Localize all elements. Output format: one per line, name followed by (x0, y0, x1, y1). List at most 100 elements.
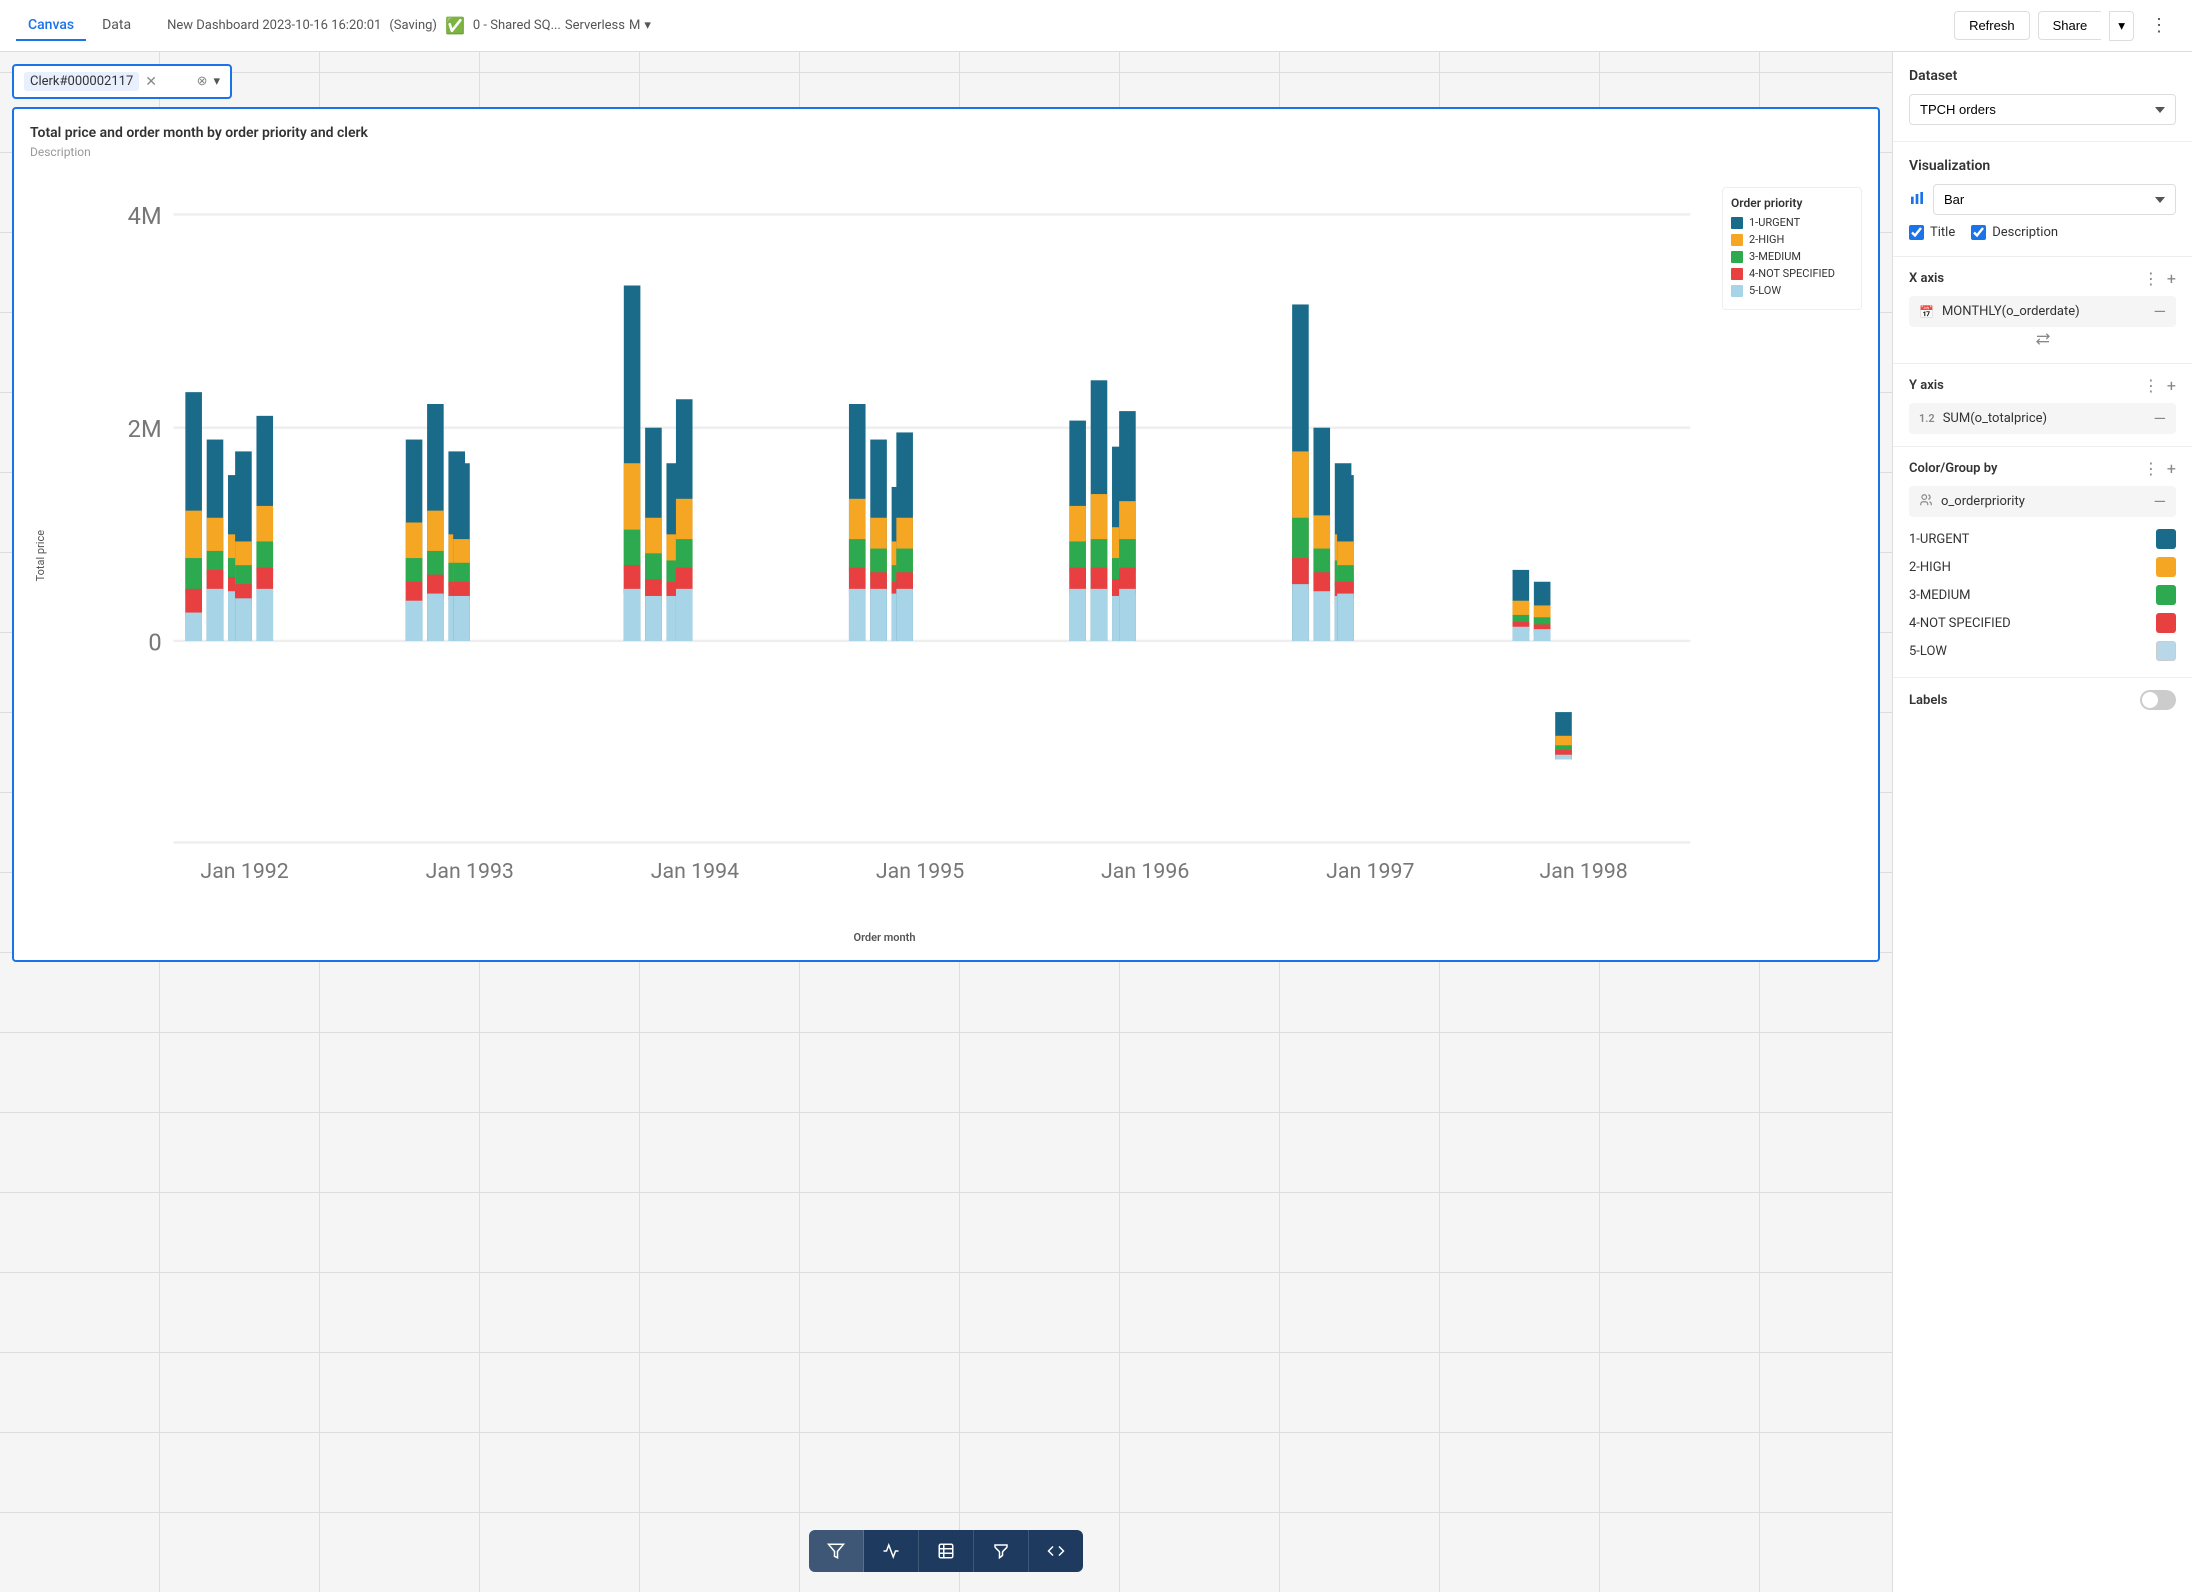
y-axis-header: Y axis ⋮ + (1909, 376, 2176, 395)
color-group-label: Color/Group by (1909, 461, 1997, 476)
x-axis-add-button[interactable]: + (2167, 269, 2176, 288)
chart-legend: Order priority 1-URGENT 2-HIGH 3-MEDIUM (1722, 187, 1862, 310)
x-axis-field-item: 📅 MONTHLY(o_orderdate) — (1909, 296, 2176, 327)
x-axis-dots-button[interactable]: ⋮ (2143, 269, 2159, 288)
filter-input[interactable]: Clerk#000002117 ✕ ⊗ ▾ (12, 64, 232, 99)
bar-chart-icon (1909, 190, 1925, 210)
svg-text:0: 0 (148, 628, 161, 656)
x-axis-label: Order month (55, 931, 1714, 944)
svg-text:Jan 1997: Jan 1997 (1326, 859, 1414, 884)
connection-name: 0 - Shared SQ... (473, 18, 561, 33)
y-axis-remove-button[interactable]: — (2154, 409, 2167, 428)
visualization-section: Visualization Bar Title Description (1893, 142, 2192, 257)
chart-title: Total price and order month by order pri… (30, 125, 1862, 141)
filter-bar: Clerk#000002117 ✕ ⊗ ▾ (12, 64, 1880, 99)
x-axis-header: X axis ⋮ + (1909, 269, 2176, 288)
toolbar-code-button[interactable] (1029, 1530, 1083, 1572)
chart-svg: 4M 2M 0 Jan 1992 Jan 1993 Jan 1994 Jan 1… (55, 167, 1714, 925)
color-swatch-low[interactable] (2156, 641, 2176, 661)
legend-item-low: 5-LOW (1731, 284, 1853, 297)
color-group-actions: ⋮ + (2143, 459, 2176, 478)
legend-title: Order priority (1731, 196, 1853, 210)
connection-size: M (629, 18, 640, 33)
legend-color-medium (1731, 251, 1743, 263)
y-axis-section-label: Y axis (1909, 378, 1944, 393)
color-group-field-label: o_orderpriority (1941, 494, 2025, 509)
legend-color-not-specified (1731, 268, 1743, 280)
swap-axes-button[interactable] (1909, 327, 2176, 351)
x-axis-field-label: MONTHLY(o_orderdate) (1942, 304, 2080, 319)
legend-color-high (1731, 234, 1743, 246)
right-panel: Dataset TPCH orders Visualization Bar Ti… (1892, 52, 2192, 1592)
visualization-type-select[interactable]: Bar (1933, 184, 2176, 215)
y-axis-label: Total price (30, 167, 47, 944)
x-axis-section: X axis ⋮ + 📅 MONTHLY(o_orderdate) — (1893, 257, 2192, 364)
filter-clear-icon[interactable]: ✕ (145, 74, 157, 90)
header-actions: Refresh Share ▾ ⋮ (1954, 9, 2176, 42)
svg-text:2M: 2M (128, 415, 162, 443)
legend-color-low (1731, 285, 1743, 297)
chevron-down-icon[interactable]: ▾ (644, 18, 651, 33)
calendar-icon: 📅 (1919, 305, 1934, 319)
y-axis-add-button[interactable]: + (2167, 376, 2176, 395)
color-swatch-high[interactable] (2156, 557, 2176, 577)
canvas-area: Clerk#000002117 ✕ ⊗ ▾ Total price and or… (0, 52, 1892, 1592)
description-checkbox[interactable] (1971, 225, 1986, 240)
legend-label-urgent: 1-URGENT (1749, 216, 1800, 229)
legend-item-high: 2-HIGH (1731, 233, 1853, 246)
tab-data[interactable]: Data (90, 11, 143, 41)
more-options-button[interactable]: ⋮ (2142, 9, 2176, 42)
color-group-section: Color/Group by ⋮ + o_orderpriority — 1-U… (1893, 447, 2192, 678)
y-axis-dots-button[interactable]: ⋮ (2143, 376, 2159, 395)
connection-mode: Serverless (565, 18, 625, 33)
toolbar-filter-button[interactable] (809, 1530, 864, 1572)
priority-label-low: 5-LOW (1909, 644, 1947, 659)
dataset-label: Dataset (1909, 68, 2176, 84)
toolbar-table-button[interactable] (919, 1530, 974, 1572)
legend-item-urgent: 1-URGENT (1731, 216, 1853, 229)
vis-type-row: Bar (1909, 184, 2176, 215)
color-group-dots-button[interactable]: ⋮ (2143, 459, 2159, 478)
legend-item-medium: 3-MEDIUM (1731, 250, 1853, 263)
filter-dropdown-icon[interactable]: ▾ (213, 74, 220, 89)
share-dropdown-button[interactable]: ▾ (2109, 11, 2134, 41)
saving-text: (Saving) (389, 18, 437, 33)
priority-label-urgent: 1-URGENT (1909, 532, 1969, 547)
tab-canvas[interactable]: Canvas (16, 11, 86, 41)
main-layout: Clerk#000002117 ✕ ⊗ ▾ Total price and or… (0, 52, 2192, 1592)
priority-row-low: 5-LOW (1909, 637, 2176, 665)
description-checkbox-label: Description (1992, 225, 2058, 240)
chart-description: Description (30, 145, 1862, 159)
labels-header: Labels (1909, 690, 2176, 710)
title-checkbox-row: Title (1909, 225, 1955, 240)
svg-text:Jan 1996: Jan 1996 (1101, 859, 1189, 884)
labels-toggle[interactable] (2140, 690, 2176, 710)
dashboard-title: New Dashboard 2023-10-16 16:20:01 (167, 18, 381, 33)
legend-label-low: 5-LOW (1749, 284, 1781, 297)
color-group-field-item: o_orderpriority — (1909, 486, 2176, 517)
priority-label-high: 2-HIGH (1909, 560, 1951, 575)
color-swatch-medium[interactable] (2156, 585, 2176, 605)
priority-label-medium: 3-MEDIUM (1909, 588, 1970, 603)
refresh-button[interactable]: Refresh (1954, 11, 2030, 40)
title-checkbox[interactable] (1909, 225, 1924, 240)
priority-row-urgent: 1-URGENT (1909, 525, 2176, 553)
color-swatch-not-specified[interactable] (2156, 613, 2176, 633)
color-group-add-button[interactable]: + (2167, 459, 2176, 478)
x-axis-remove-button[interactable]: — (2154, 302, 2167, 321)
toolbar-funnel-button[interactable] (974, 1530, 1029, 1572)
share-button[interactable]: Share (2038, 11, 2102, 40)
legend-label-not-specified: 4-NOT SPECIFIED (1749, 267, 1835, 280)
toolbar-line-button[interactable] (864, 1530, 919, 1572)
y-axis-field-item: 1.2 SUM(o_totalprice) — (1909, 403, 2176, 434)
labels-section-label: Labels (1909, 693, 1947, 708)
filter-reset-icon[interactable]: ⊗ (197, 74, 208, 89)
svg-text:4M: 4M (128, 202, 162, 230)
description-checkbox-row: Description (1971, 225, 2058, 240)
priority-row-medium: 3-MEDIUM (1909, 581, 2176, 609)
dataset-select[interactable]: TPCH orders (1909, 94, 2176, 125)
color-group-remove-button[interactable]: — (2154, 492, 2167, 511)
y-axis-actions: ⋮ + (2143, 376, 2176, 395)
color-swatch-urgent[interactable] (2156, 529, 2176, 549)
svg-text:Jan 1994: Jan 1994 (651, 859, 739, 884)
